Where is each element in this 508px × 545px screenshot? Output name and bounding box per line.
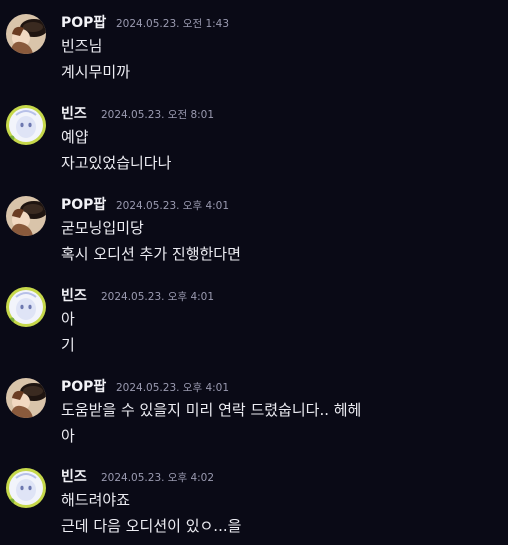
message-line: 계시무미까: [61, 63, 131, 81]
timestamp: 2024.05.23. 오후 4:01: [101, 291, 215, 303]
timestamp: 2024.05.23. 오전 1:43: [116, 18, 230, 30]
binz-avatar[interactable]: [6, 468, 46, 508]
message-line: 아: [61, 427, 75, 445]
timestamp: 2024.05.23. 오후 4:02: [101, 472, 215, 484]
popup-avatar[interactable]: [6, 196, 46, 236]
message-line: 기: [61, 336, 75, 354]
binz-avatar[interactable]: [6, 287, 46, 327]
message-line: 아: [61, 310, 75, 328]
message-line: 근데 다음 오디션이 있ㅇ...을: [61, 517, 242, 535]
timestamp: 2024.05.23. 오후 4:01: [116, 200, 230, 212]
message-line: 도움받을 수 있을지 미리 연락 드렸숩니다.. 헤헤: [61, 401, 362, 419]
popup-avatar[interactable]: [6, 14, 46, 54]
timestamp: 2024.05.23. 오후 4:01: [116, 382, 230, 394]
message-line: 혹시 오디션 추가 진행한다면: [61, 245, 241, 263]
author-name[interactable]: POP팝: [61, 196, 106, 214]
author-name[interactable]: POP팝: [61, 378, 106, 396]
author-name[interactable]: 빈즈: [61, 105, 87, 123]
timestamp: 2024.05.23. 오전 8:01: [101, 109, 215, 121]
message-line: 빈즈님: [61, 37, 103, 55]
message-line: 굳모닝입미당: [61, 219, 144, 237]
message-line: 자고있었습니다나: [61, 154, 172, 172]
binz-avatar[interactable]: [6, 105, 46, 145]
popup-avatar[interactable]: [6, 378, 46, 418]
message-line: 해드려야죠: [61, 491, 131, 509]
message-line: 예얍: [61, 128, 89, 146]
author-name[interactable]: POP팝: [61, 14, 106, 32]
chat-log: POP팝 2024.05.23. 오전 1:43 빈즈님 계시무미까 빈즈 20…: [0, 0, 508, 545]
author-name[interactable]: 빈즈: [61, 287, 87, 305]
author-name[interactable]: 빈즈: [61, 468, 87, 486]
